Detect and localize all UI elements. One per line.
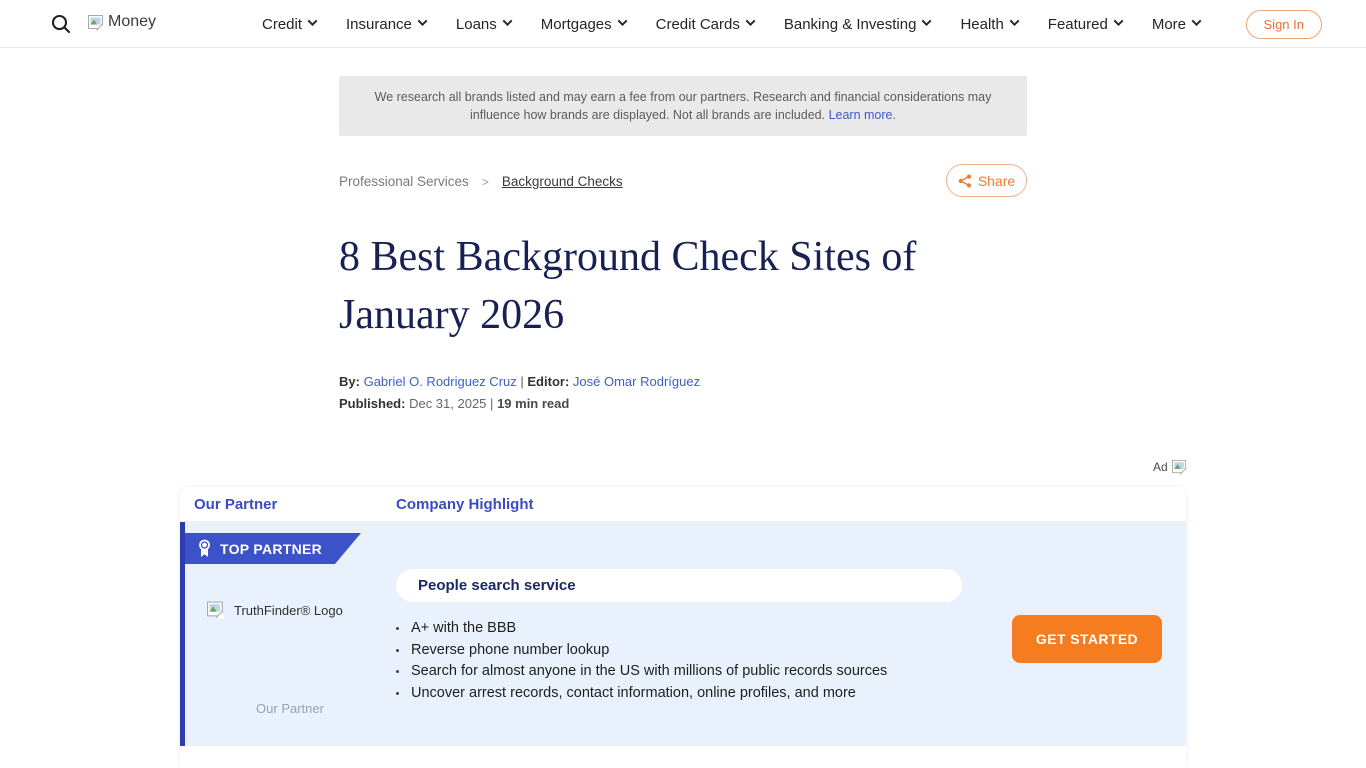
published-line: Published: Dec 31, 2025 | 19 min read (339, 396, 569, 411)
company-highlight-pill: People search service (396, 569, 962, 602)
breadcrumb-parent[interactable]: Professional Services (339, 174, 469, 189)
top-partner-badge: TOP PARTNER (185, 533, 361, 564)
share-label: Share (978, 173, 1015, 189)
nav-item-loans[interactable]: Loans (456, 16, 511, 33)
nav-item-more[interactable]: More (1152, 16, 1200, 33)
chevron-down-icon (308, 16, 318, 26)
nav-item-health[interactable]: Health (960, 16, 1017, 33)
partner-logo-alt-text: TruthFinder® Logo (234, 600, 343, 618)
highlight-bullet: A+ with the BBB (409, 618, 1009, 640)
highlight-bullet-list: A+ with the BBB Reverse phone number loo… (409, 618, 1009, 704)
chevron-down-icon (1009, 16, 1019, 26)
highlight-bullet: Uncover arrest records, contact informat… (409, 683, 1009, 705)
sign-in-button[interactable]: Sign In (1246, 10, 1322, 39)
table-header-row: Our Partner Company Highlight (180, 487, 1186, 522)
author-link[interactable]: Gabriel O. Rodriguez Cruz (364, 374, 517, 389)
chevron-down-icon (922, 16, 932, 26)
broken-image-icon (207, 600, 225, 619)
published-label: Published: (339, 396, 405, 411)
learn-more-link[interactable]: Learn more (829, 108, 893, 122)
highlight-bullet: Search for almost anyone in the US with … (409, 661, 1009, 683)
logo-alt-text: Money (108, 13, 156, 31)
page-title: 8 Best Background Check Sites of January… (339, 228, 1033, 344)
breadcrumb-separator: > (482, 175, 489, 189)
chevron-down-icon (745, 16, 755, 26)
medal-ribbon-icon (198, 539, 211, 558)
breadcrumb: Professional Services > Background Check… (339, 174, 623, 189)
top-partner-badge-label: TOP PARTNER (220, 541, 322, 557)
read-time: 19 min read (497, 396, 569, 411)
chevron-down-icon (1192, 16, 1202, 26)
by-label: By: (339, 374, 360, 389)
chevron-down-icon (617, 16, 627, 26)
broken-image-icon (88, 14, 105, 31)
main-nav: Credit Insurance Loans Mortgages Credit … (262, 0, 1200, 48)
column-header-company-highlight: Company Highlight (396, 496, 534, 513)
partner-comparison-table: Our Partner Company Highlight TOP PARTNE… (180, 487, 1186, 768)
share-icon (958, 174, 972, 188)
nav-item-credit[interactable]: Credit (262, 16, 316, 33)
money-logo[interactable]: Money (88, 13, 156, 31)
nav-item-mortgages[interactable]: Mortgages (541, 16, 626, 33)
nav-item-insurance[interactable]: Insurance (346, 16, 426, 33)
chevron-down-icon (417, 16, 427, 26)
search-icon[interactable] (50, 13, 72, 35)
published-date: Dec 31, 2025 (409, 396, 486, 411)
partner-logo[interactable]: TruthFinder® Logo (207, 600, 343, 619)
highlight-bullet: Reverse phone number lookup (409, 640, 1009, 662)
advertiser-disclosure: We research all brands listed and may ea… (339, 76, 1027, 136)
get-started-button[interactable]: GET STARTED (1012, 615, 1162, 663)
chevron-down-icon (502, 16, 512, 26)
disclosure-text: We research all brands listed and may ea… (375, 90, 992, 122)
our-partner-caption: Our Partner (185, 701, 395, 716)
chevron-down-icon (1113, 16, 1123, 26)
byline: By: Gabriel O. Rodriguez Cruz | Editor: … (339, 374, 700, 389)
next-partner-row-partial (180, 746, 1186, 768)
top-navigation-bar: Money Credit Insurance Loans Mortgages C… (0, 0, 1366, 48)
editor-link[interactable]: José Omar Rodríguez (573, 374, 700, 389)
nav-item-credit-cards[interactable]: Credit Cards (656, 16, 754, 33)
ad-label-text: Ad (1153, 460, 1168, 474)
column-header-our-partner: Our Partner (194, 496, 277, 513)
top-partner-row: TOP PARTNER TruthFinder® Logo Our Partne… (180, 522, 1186, 746)
editor-label: Editor: (527, 374, 569, 389)
nav-item-featured[interactable]: Featured (1048, 16, 1122, 33)
share-button[interactable]: Share (946, 164, 1027, 197)
nav-item-banking-investing[interactable]: Banking & Investing (784, 16, 931, 33)
breadcrumb-current[interactable]: Background Checks (502, 174, 623, 189)
broken-image-icon (1172, 459, 1188, 475)
ad-label: Ad (1153, 459, 1188, 475)
